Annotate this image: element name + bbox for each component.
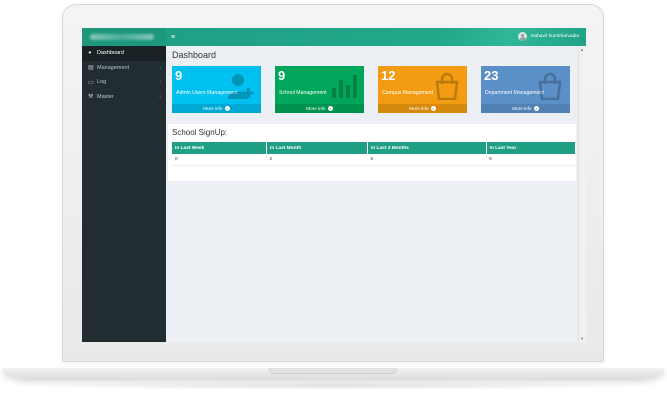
- stat-box-campus: 12 Campus Management More info ›: [378, 66, 467, 113]
- user-menu[interactable]: mahavir kumbharvadia: [518, 32, 579, 41]
- column-header: In Last Month: [266, 142, 368, 154]
- arrow-circle-right-icon: ›: [327, 106, 333, 112]
- more-info-label: More info: [306, 106, 326, 111]
- stat-box-school: 9 School Management More info ›: [275, 66, 364, 113]
- more-info-link[interactable]: More info ›: [275, 104, 364, 113]
- panel-title: School SignUp:: [172, 128, 228, 137]
- arrow-circle-right-icon: ›: [224, 106, 230, 112]
- more-info-link[interactable]: More info ›: [172, 104, 261, 113]
- screen: ◕ Dashboard ▤ Management ‹ ▭ Log ‹ ⚒ Mas…: [82, 28, 586, 342]
- sidebar-item-log[interactable]: ▭ Log ‹: [82, 75, 166, 90]
- signup-table: In Last Week In Last Month In Last 3 Mon…: [172, 142, 576, 166]
- sidebar-item-management[interactable]: ▤ Management ‹: [82, 61, 166, 76]
- table-header-row: In Last Week In Last Month In Last 3 Mon…: [172, 142, 576, 154]
- arrow-circle-right-icon: ›: [430, 106, 436, 112]
- list-icon: ▤: [88, 65, 94, 72]
- user-name: mahavir kumbharvadia: [530, 34, 579, 39]
- school-signup-panel: School SignUp: In Last Week In Last Mont…: [168, 122, 576, 181]
- table-cell: 6: [367, 154, 486, 166]
- table-row: 0 2 6 9: [172, 154, 576, 166]
- scroll-down-icon[interactable]: ▼: [580, 336, 584, 341]
- chevron-left-icon: ‹: [159, 79, 161, 86]
- sidebar-item-label: Dashboard: [97, 50, 124, 57]
- table-cell: 2: [266, 154, 368, 166]
- dashboard-icon: ◕: [88, 50, 92, 57]
- scroll-up-icon[interactable]: ▲: [580, 47, 584, 52]
- page-title: Dashboard: [172, 50, 217, 60]
- sidebar-item-label: Log: [97, 79, 107, 86]
- stat-box-department: 23 Department Management More info ›: [481, 66, 570, 113]
- brand-logo[interactable]: [82, 28, 166, 46]
- more-info-link[interactable]: More info ›: [378, 104, 467, 113]
- sidebar-item-label: Management: [97, 64, 130, 71]
- laptop-shadow: [20, 382, 647, 390]
- arrow-circle-right-icon: ›: [533, 106, 539, 112]
- stat-count: 12: [381, 68, 396, 83]
- column-header: In Last Week: [172, 142, 267, 154]
- column-header: In Last 3 Months: [367, 142, 487, 154]
- sidebar: ◕ Dashboard ▤ Management ‹ ▭ Log ‹ ⚒ Mas…: [82, 28, 166, 342]
- stat-count: 9: [278, 68, 286, 83]
- column-header: In Last Year: [486, 142, 576, 154]
- sidebar-item-label: Master: [97, 93, 114, 100]
- table-cell: 0: [172, 154, 267, 166]
- stat-label: School Management: [279, 90, 327, 96]
- sidebar-item-dashboard[interactable]: ◕ Dashboard: [82, 46, 166, 61]
- top-navbar: ≡ mahavir kumbharvadia: [166, 28, 586, 46]
- user-plus-icon: [228, 74, 254, 99]
- file-icon: ▭: [88, 79, 94, 86]
- shopping-bag-icon: [538, 72, 562, 100]
- stat-count: 9: [175, 68, 183, 83]
- stat-count: 23: [484, 68, 499, 83]
- bar-chart-icon: [332, 75, 357, 98]
- menu-icon[interactable]: ≡: [171, 34, 175, 41]
- more-info-label: More info: [512, 106, 532, 111]
- stat-label: Campus Management: [382, 90, 434, 96]
- more-info-label: More info: [409, 106, 429, 111]
- sidebar-item-master[interactable]: ⚒ Master ‹: [82, 90, 166, 105]
- table-cell: 9: [486, 154, 576, 166]
- stat-label: Department Management: [485, 90, 544, 96]
- blurred-brand-text: [90, 34, 154, 40]
- vertical-scrollbar[interactable]: ▲ ▼: [578, 46, 586, 342]
- wrench-icon: ⚒: [88, 94, 94, 101]
- chevron-left-icon: ‹: [159, 64, 161, 71]
- main-content: Dashboard 9 Admin Users Management More …: [166, 46, 578, 342]
- shopping-bag-icon: [435, 72, 459, 100]
- avatar: [518, 32, 528, 41]
- chevron-left-icon: ‹: [159, 93, 161, 100]
- stat-box-admin-users: 9 Admin Users Management More info ›: [172, 66, 261, 113]
- laptop-hinge: [268, 368, 398, 374]
- more-info-label: More info: [203, 106, 223, 111]
- more-info-link[interactable]: More info ›: [481, 104, 570, 113]
